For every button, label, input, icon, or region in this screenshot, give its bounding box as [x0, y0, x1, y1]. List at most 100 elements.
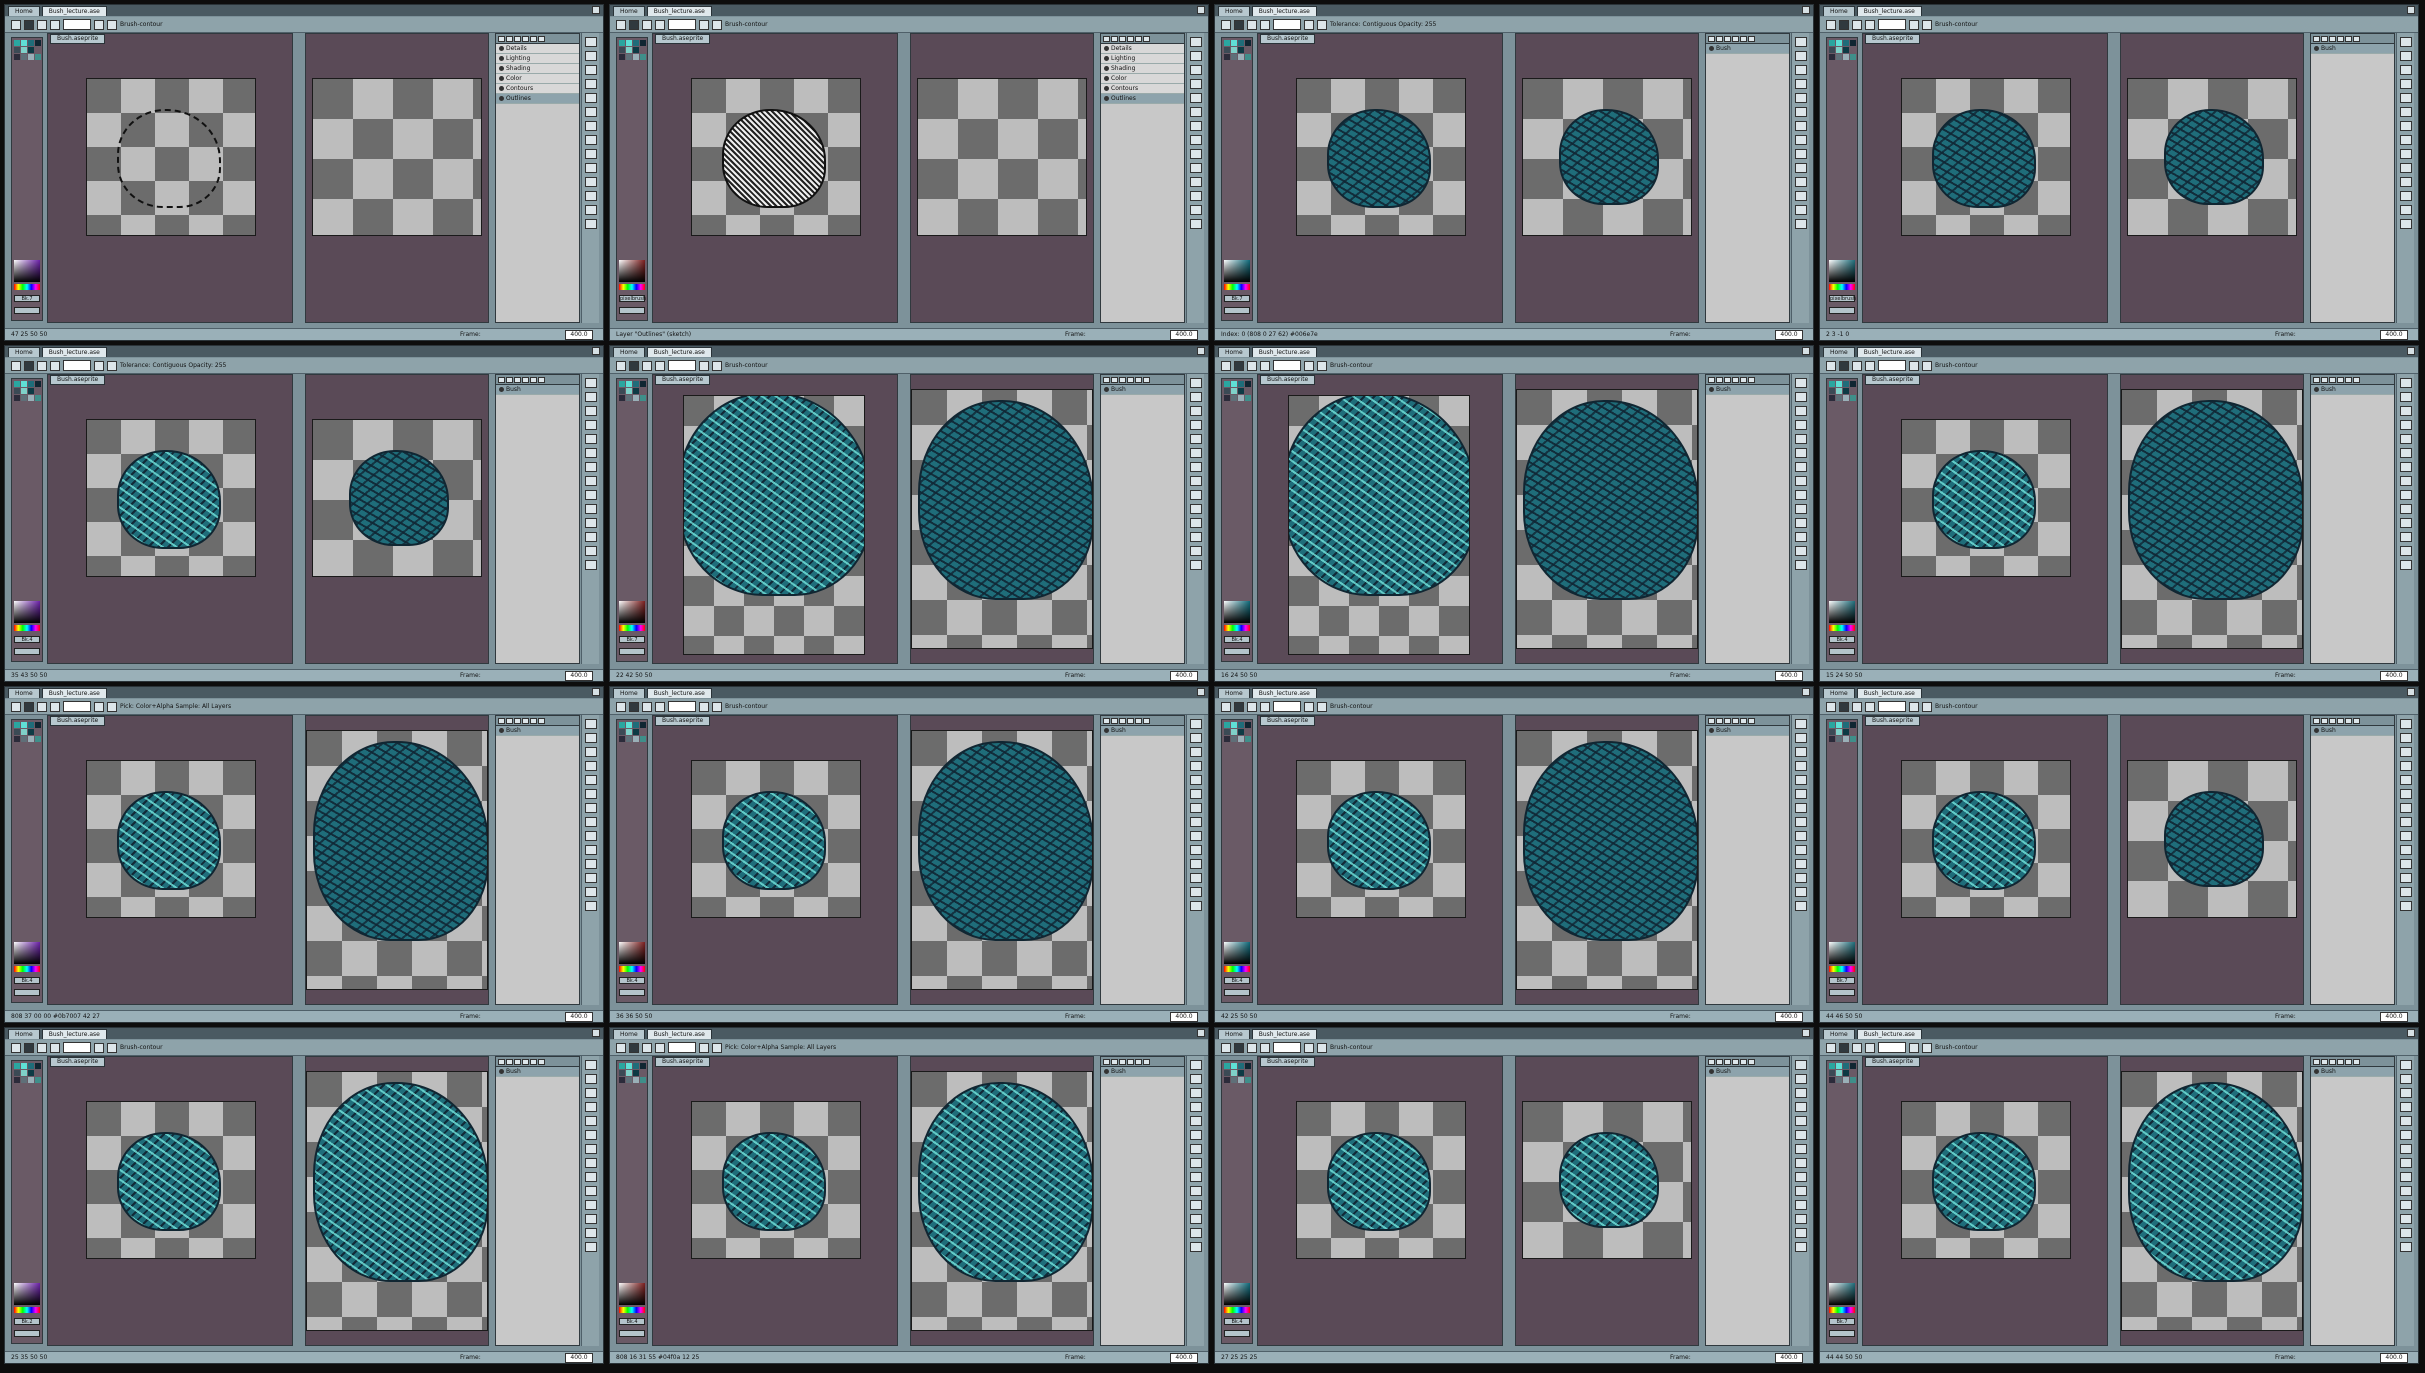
tool-button-icon[interactable]	[1189, 93, 1202, 103]
palette-swatch[interactable]	[1224, 722, 1230, 728]
layer-control-icon[interactable]	[1740, 35, 1747, 42]
toolbar-icon-0[interactable]	[11, 19, 21, 30]
color-picker[interactable]	[14, 260, 40, 282]
toolbar-icon-2[interactable]	[1247, 1042, 1257, 1053]
toolbar-icon-2[interactable]	[1852, 1042, 1862, 1053]
document-tab[interactable]: Bush.aseprite	[1865, 716, 1921, 726]
tab-file[interactable]: Bush_lecture.ase	[1251, 5, 1317, 16]
eye-icon[interactable]	[1709, 46, 1714, 51]
toolbar-icon-3[interactable]	[655, 701, 665, 712]
palette-swatch[interactable]	[619, 736, 625, 742]
eye-icon[interactable]	[1104, 66, 1109, 71]
palette-swatch[interactable]	[1836, 729, 1842, 735]
window-close-icon[interactable]	[592, 688, 600, 696]
palette-swatch[interactable]	[1224, 54, 1230, 60]
tool-button-icon[interactable]	[1189, 1158, 1202, 1168]
palette-swatch[interactable]	[28, 395, 34, 401]
palette-swatch[interactable]	[1850, 388, 1856, 394]
layer-row[interactable]: Outlines	[496, 94, 579, 104]
layer-control-icon[interactable]	[2313, 376, 2320, 383]
layer-control-icon[interactable]	[538, 717, 545, 724]
palette-swatch[interactable]	[640, 40, 646, 46]
brush-size-field[interactable]	[1878, 701, 1906, 712]
layer-row[interactable]: Contours	[496, 84, 579, 94]
tool-button-icon[interactable]	[2399, 901, 2412, 911]
tool-button-icon[interactable]	[2399, 392, 2412, 402]
tool-button-icon[interactable]	[584, 107, 597, 117]
palette-swatch[interactable]	[28, 47, 34, 53]
tool-button-icon[interactable]	[1189, 191, 1202, 201]
window-close-icon[interactable]	[1802, 347, 1810, 355]
tool-button-icon[interactable]	[2399, 1130, 2412, 1140]
tool-button-icon[interactable]	[1189, 149, 1202, 159]
tool-button-icon[interactable]	[584, 149, 597, 159]
tool-button-icon[interactable]	[584, 901, 597, 911]
zoom-field[interactable]: 400.0	[1775, 671, 1803, 681]
toolbar-icon-2[interactable]	[1852, 19, 1862, 30]
layer-row[interactable]: Bush	[496, 1067, 579, 1077]
palette-swatch[interactable]	[1231, 47, 1237, 53]
document-tab[interactable]: Bush.aseprite	[655, 34, 711, 44]
eye-icon[interactable]	[499, 56, 504, 61]
tool-button-icon[interactable]	[584, 1144, 597, 1154]
tool-button-icon[interactable]	[1189, 462, 1202, 472]
palette-swatch[interactable]	[1836, 54, 1842, 60]
tool-button-icon[interactable]	[2399, 719, 2412, 729]
palette-swatch[interactable]	[626, 54, 632, 60]
hue-slider[interactable]	[14, 625, 40, 631]
tool-button-icon[interactable]	[2399, 761, 2412, 771]
toolbar-icon-0[interactable]	[11, 701, 21, 712]
tool-button-icon[interactable]	[1794, 121, 1807, 131]
palette-swatch[interactable]	[35, 722, 41, 728]
layer-control-icon[interactable]	[1732, 1058, 1739, 1065]
layer-row[interactable]: Color	[1101, 74, 1184, 84]
toolbar-icon-2[interactable]	[642, 1042, 652, 1053]
palette-swatch[interactable]	[35, 54, 41, 60]
toolbar-icon-2[interactable]	[642, 701, 652, 712]
palette-swatch[interactable]	[21, 388, 27, 394]
layer-row[interactable]: Lighting	[496, 54, 579, 64]
palette-swatch[interactable]	[1850, 47, 1856, 53]
tab-file[interactable]: Bush_lecture.ase	[646, 5, 712, 16]
window-close-icon[interactable]	[2407, 6, 2415, 14]
tool-button-icon[interactable]	[1794, 845, 1807, 855]
tool-button-icon[interactable]	[1794, 406, 1807, 416]
preview-canvas[interactable]	[911, 389, 1093, 649]
hue-slider[interactable]	[1224, 1307, 1250, 1313]
palette-swatch[interactable]	[1245, 1063, 1251, 1069]
palette-swatch[interactable]	[1850, 381, 1856, 387]
layer-control-icon[interactable]	[2321, 717, 2328, 724]
palette-swatch[interactable]	[640, 395, 646, 401]
tab-home[interactable]: Home	[1823, 1028, 1855, 1039]
tool-button-icon[interactable]	[2399, 462, 2412, 472]
tool-button-icon[interactable]	[1189, 1060, 1202, 1070]
layer-control-icon[interactable]	[1135, 376, 1142, 383]
toolbar-icon-0[interactable]	[1826, 701, 1836, 712]
window-close-icon[interactable]	[592, 347, 600, 355]
add-color-button[interactable]	[14, 307, 40, 314]
hue-slider[interactable]	[14, 966, 40, 972]
toolbar-icon-2[interactable]	[37, 701, 47, 712]
hue-slider[interactable]	[619, 966, 645, 972]
tab-home[interactable]: Home	[1823, 5, 1855, 16]
tool-button-icon[interactable]	[1189, 205, 1202, 215]
toolbar-icon-1[interactable]	[629, 360, 639, 371]
hue-slider[interactable]	[1829, 284, 1855, 290]
sprite-canvas[interactable]	[1901, 760, 2071, 918]
layer-control-icon[interactable]	[514, 717, 521, 724]
toolbar-icon-2[interactable]	[1852, 701, 1862, 712]
document-tab[interactable]: Bush.aseprite	[1260, 375, 1316, 385]
layer-control-icon[interactable]	[538, 35, 545, 42]
hue-slider[interactable]	[1829, 1307, 1855, 1313]
tool-button-icon[interactable]	[2399, 448, 2412, 458]
brush-size-field[interactable]	[668, 1042, 696, 1053]
tool-button-icon[interactable]	[1794, 775, 1807, 785]
hue-slider[interactable]	[1224, 284, 1250, 290]
pixel-perfect-icon[interactable]	[107, 360, 117, 371]
eye-icon[interactable]	[2314, 728, 2319, 733]
layer-control-icon[interactable]	[1724, 35, 1731, 42]
tool-button-icon[interactable]	[584, 51, 597, 61]
tool-button-icon[interactable]	[2399, 1228, 2412, 1238]
palette-swatch[interactable]	[1238, 47, 1244, 53]
pixel-perfect-icon[interactable]	[107, 19, 117, 30]
